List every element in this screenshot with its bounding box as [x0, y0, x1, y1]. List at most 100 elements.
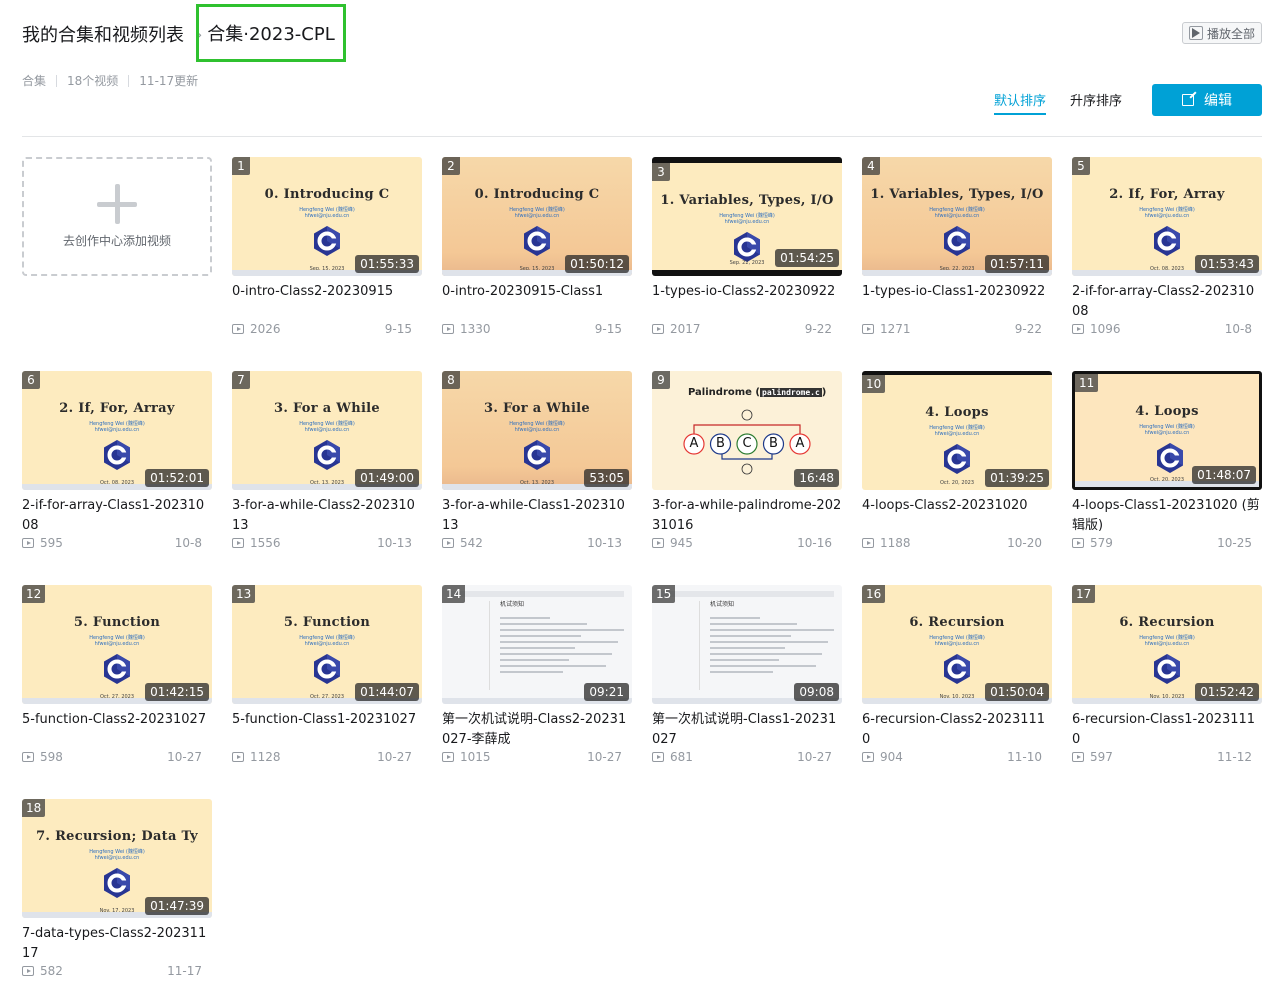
document-preview: 机试须知: [450, 591, 624, 690]
view-count-value: 1096: [1090, 322, 1121, 336]
upload-date: 9-22: [804, 322, 832, 336]
video-title[interactable]: 1-types-io-Class2-20230922: [652, 282, 842, 322]
video-thumbnail[interactable]: 11 4. Loops Hengfeng Wei (魏恒峰) hfwei@nju.ed…: [1072, 371, 1262, 490]
video-title[interactable]: 2-if-for-array-Class1-20231008: [22, 496, 212, 536]
video-thumbnail[interactable]: 13 5. Function Hengfeng Wei (魏恒峰) hfwei@nju…: [232, 585, 422, 704]
video-duration: 01:50:12: [565, 255, 629, 273]
slide-title: 4. Loops: [925, 405, 989, 420]
slide-title: 2. If, For, Array: [59, 401, 175, 416]
video-title[interactable]: 0-intro-Class2-20230915: [232, 282, 422, 322]
video-thumbnail[interactable]: 14 机试须知 09:21: [442, 585, 632, 704]
c-language-logo: [522, 225, 552, 257]
video-stats: 598 10-27: [22, 750, 212, 764]
sort-ascending-tab[interactable]: 升序排序: [1070, 90, 1122, 109]
video-duration: 01:49:00: [355, 469, 419, 487]
doc-line: [500, 647, 575, 649]
view-count: 1128: [232, 750, 281, 764]
doc-line: [500, 635, 581, 637]
video-title[interactable]: 2-if-for-array-Class2-20231008: [1072, 282, 1262, 322]
video-thumbnail[interactable]: 5 2. If, For, Array Hengfeng Wei (魏恒峰) hfwe…: [1072, 157, 1262, 276]
video-title[interactable]: 5-function-Class1-20231027: [232, 710, 422, 750]
play-count-icon: [22, 538, 34, 548]
meta-updated: 11-17更新: [139, 74, 199, 88]
slide-title: 4. Loops: [1135, 404, 1199, 419]
video-thumbnail[interactable]: 6 2. If, For, Array Hengfeng Wei (魏恒峰) hfwe…: [22, 371, 212, 490]
slide-title-close: ): [821, 387, 827, 398]
slide-author: Hengfeng Wei (魏恒峰) hfwei@nju.edu.cn: [862, 635, 1052, 647]
video-stats: 2017 9-22: [652, 322, 842, 336]
video-stats: 945 10-16: [652, 536, 842, 550]
video-stats: 579 10-25: [1072, 536, 1262, 550]
video-title[interactable]: 第一次机试说明-Class1-20231027: [652, 710, 842, 750]
slide-author-email: hfwei@nju.edu.cn: [94, 641, 140, 647]
video-title[interactable]: 3-for-a-while-Class1-20231013: [442, 496, 632, 536]
edit-button[interactable]: 编辑: [1152, 84, 1262, 116]
view-count: 582: [22, 964, 63, 978]
video-title[interactable]: 4-loops-Class2-20231020: [862, 496, 1052, 536]
header: 我的合集和视频列表 › 合集·2023-CPL: [22, 4, 346, 62]
slide-author-email: hfwei@nju.edu.cn: [724, 219, 770, 225]
video-stats: 1188 10-20: [862, 536, 1052, 550]
view-count-value: 579: [1090, 536, 1113, 550]
view-count-value: 598: [40, 750, 63, 764]
video-title[interactable]: 1-types-io-Class1-20230922: [862, 282, 1052, 322]
doc-line: [500, 653, 612, 655]
view-count-value: 904: [880, 750, 903, 764]
play-icon: [1188, 26, 1203, 40]
video-thumbnail[interactable]: 2 0. Introducing C Hengfeng Wei (魏恒峰) hfwei…: [442, 157, 632, 276]
video-stats: 597 11-12: [1072, 750, 1262, 764]
video-card: 8 3. For a While Hengfeng Wei (魏恒峰) hfwei@n…: [442, 371, 632, 550]
play-all-button[interactable]: 播放全部: [1182, 22, 1262, 44]
slide-author-email: hfwei@nju.edu.cn: [304, 427, 350, 433]
add-video-card[interactable]: 去创作中心添加视频: [22, 157, 212, 276]
video-thumbnail[interactable]: 7 3. For a While Hengfeng Wei (魏恒峰) hfwei@n…: [232, 371, 422, 490]
video-thumbnail[interactable]: 3 1. Variables, Types, I/O Hengfeng Wei (魏…: [652, 157, 842, 276]
video-title[interactable]: 6-recursion-Class2-20231110: [862, 710, 1052, 750]
add-video-label: 去创作中心添加视频: [62, 234, 171, 248]
video-index-badge: 13: [232, 585, 256, 603]
view-count-value: 945: [670, 536, 693, 550]
view-count-value: 1330: [460, 322, 491, 336]
video-card: 9 Palindrome (palindrome.c) A B C B A 16:48 3-fo…: [652, 371, 842, 550]
slide-author-email: hfwei@nju.edu.cn: [94, 855, 140, 861]
video-stats: 2026 9-15: [232, 322, 422, 336]
video-thumbnail[interactable]: 4 1. Variables, Types, I/O Hengfeng Wei (魏…: [862, 157, 1052, 276]
video-thumbnail[interactable]: 18 7. Recursion; Data Ty Hengfeng Wei (魏恒峰…: [22, 799, 212, 918]
slide-title: 3. For a While: [273, 401, 380, 416]
slide-author: Hengfeng Wei (魏恒峰) hfwei@nju.edu.cn: [1075, 424, 1259, 436]
video-duration: 01:57:11: [985, 255, 1049, 273]
video-card: 14 机试须知 09:21 第一次机试说明-Class2-20231027-李薛成 10…: [442, 585, 632, 764]
video-thumbnail[interactable]: 9 Palindrome (palindrome.c) A B C B A 16:48: [652, 371, 842, 490]
video-title[interactable]: 3-for-a-while-palindrome-20231016: [652, 496, 842, 536]
video-index-badge: 10: [862, 375, 886, 393]
breadcrumb-root[interactable]: 我的合集和视频列表: [22, 21, 184, 47]
video-thumbnail[interactable]: 10 4. Loops Hengfeng Wei (魏恒峰) hfwei@nju.ed…: [862, 371, 1052, 490]
video-thumbnail[interactable]: 1 0. Introducing C Hengfeng Wei (魏恒峰) hfwei…: [232, 157, 422, 276]
video-title[interactable]: 5-function-Class2-20231027: [22, 710, 212, 750]
video-title[interactable]: 0-intro-20230915-Class1: [442, 282, 632, 322]
video-index-badge: 8: [442, 371, 460, 389]
video-title[interactable]: 第一次机试说明-Class2-20231027-李薛成: [442, 710, 632, 750]
video-thumbnail[interactable]: 8 3. For a While Hengfeng Wei (魏恒峰) hfwei@n…: [442, 371, 632, 490]
video-thumbnail[interactable]: 15 机试须知 09:08: [652, 585, 842, 704]
upload-date: 11-17: [167, 964, 202, 978]
sort-default-tab[interactable]: 默认排序: [994, 90, 1047, 115]
video-duration: 01:55:33: [355, 255, 419, 273]
video-index-badge: 17: [1072, 585, 1096, 603]
play-count-icon: [22, 752, 34, 762]
upload-date: 10-27: [377, 750, 412, 764]
video-thumbnail[interactable]: 16 6. Recursion Hengfeng Wei (魏恒峰) hfwei@nj…: [862, 585, 1052, 704]
browser-bar: [450, 591, 624, 597]
c-language-logo: [1155, 442, 1185, 474]
play-count-icon: [1072, 324, 1084, 334]
doc-line: [500, 623, 587, 625]
view-count: 542: [442, 536, 483, 550]
video-title[interactable]: 4-loops-Class1-20231020 (剪辑版): [1072, 496, 1262, 536]
video-thumbnail[interactable]: 17 6. Recursion Hengfeng Wei (魏恒峰) hfwei@nj…: [1072, 585, 1262, 704]
video-thumbnail[interactable]: 12 5. Function Hengfeng Wei (魏恒峰) hfwei@nju…: [22, 585, 212, 704]
play-count-icon: [652, 324, 664, 334]
collection-title: 合集·2023-CPL: [196, 4, 346, 62]
video-title[interactable]: 6-recursion-Class1-20231110: [1072, 710, 1262, 750]
video-title[interactable]: 3-for-a-while-Class2-20231013: [232, 496, 422, 536]
video-title[interactable]: 7-data-types-Class2-20231117: [22, 924, 212, 964]
